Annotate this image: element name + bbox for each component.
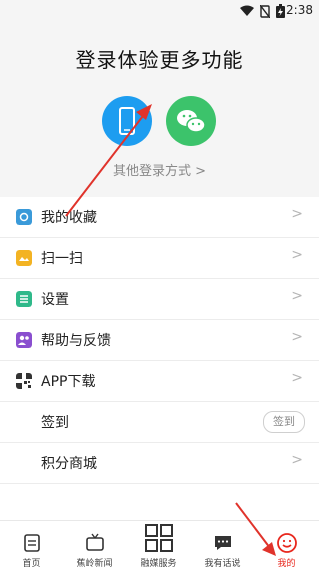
checkin-button[interactable]: 签到 bbox=[263, 411, 305, 433]
tab-label: 融媒服务 bbox=[140, 559, 177, 569]
status-time: 2:38 bbox=[286, 3, 313, 17]
menu-item-label: 帮助与反馈 bbox=[41, 333, 111, 349]
tab-mine[interactable]: 我的 bbox=[255, 521, 318, 573]
chevron-right-icon: > bbox=[291, 288, 303, 304]
bottom-tab-bar: 首页 蕉岭新闻 融媒服务 我有话说 我的 bbox=[0, 520, 319, 573]
menu-item-favorites[interactable]: 我的收藏 > bbox=[0, 197, 319, 238]
menu-item-label: 扫一扫 bbox=[41, 251, 83, 267]
other-login-link[interactable]: 其他登录方式 > bbox=[0, 160, 319, 179]
qr-code-icon bbox=[16, 373, 32, 389]
menu-item-label: 我的收藏 bbox=[41, 210, 97, 226]
chat-icon bbox=[215, 536, 231, 550]
chevron-right-icon: > bbox=[291, 247, 303, 263]
wechat-login-icon bbox=[177, 110, 206, 133]
help-feedback-icon bbox=[16, 332, 32, 348]
no-sim-icon bbox=[260, 4, 270, 18]
tab-label: 首页 bbox=[22, 559, 41, 569]
phone-login-icon bbox=[119, 107, 135, 135]
wechat-login-button[interactable] bbox=[166, 96, 216, 146]
home-icon bbox=[24, 534, 40, 552]
tab-home[interactable]: 首页 bbox=[0, 521, 63, 573]
chevron-right-icon: > bbox=[291, 452, 303, 468]
grid-icon bbox=[145, 524, 173, 552]
tab-jiaoling-news[interactable]: 蕉岭新闻 bbox=[63, 521, 126, 573]
menu-item-points-mall[interactable]: 积分商城 > bbox=[0, 443, 319, 484]
menu-item-label: 积分商城 bbox=[41, 456, 97, 472]
menu-item-label: APP下载 bbox=[41, 374, 96, 390]
login-title: 登录体验更多功能 bbox=[75, 48, 244, 72]
chevron-right-icon: > bbox=[291, 206, 303, 222]
battery-charging-icon bbox=[276, 4, 285, 18]
menu-list: 我的收藏 > 扫一扫 > 设置 > 帮助与反馈 > APP下载 > 签到 签到 … bbox=[0, 197, 319, 484]
chevron-right-icon: > bbox=[291, 370, 303, 386]
tab-label: 蕉岭新闻 bbox=[76, 559, 113, 569]
settings-icon bbox=[16, 291, 32, 307]
menu-item-app-download[interactable]: APP下载 > bbox=[0, 361, 319, 402]
tab-label: 我有话说 bbox=[204, 559, 241, 569]
tv-icon bbox=[86, 533, 104, 551]
phone-login-button[interactable] bbox=[102, 96, 152, 146]
login-header: 登录体验更多功能 其他登录方式 > bbox=[0, 20, 319, 197]
smile-icon bbox=[277, 533, 297, 553]
favorites-icon bbox=[16, 209, 32, 225]
menu-item-label: 设置 bbox=[41, 292, 69, 308]
scan-icon bbox=[16, 250, 32, 266]
tab-label: 我的 bbox=[277, 559, 296, 569]
status-bar: 2:38 bbox=[0, 0, 319, 20]
menu-item-label: 签到 bbox=[41, 415, 69, 431]
tab-media-services[interactable]: 融媒服务 bbox=[127, 521, 190, 573]
menu-item-settings[interactable]: 设置 > bbox=[0, 279, 319, 320]
wifi-icon bbox=[240, 5, 254, 16]
tab-speak-up[interactable]: 我有话说 bbox=[191, 521, 254, 573]
chevron-right-icon: > bbox=[291, 329, 303, 345]
menu-item-scan[interactable]: 扫一扫 > bbox=[0, 238, 319, 279]
menu-item-checkin: 签到 签到 bbox=[0, 402, 319, 443]
status-icons bbox=[240, 4, 285, 18]
menu-item-help-feedback[interactable]: 帮助与反馈 > bbox=[0, 320, 319, 361]
